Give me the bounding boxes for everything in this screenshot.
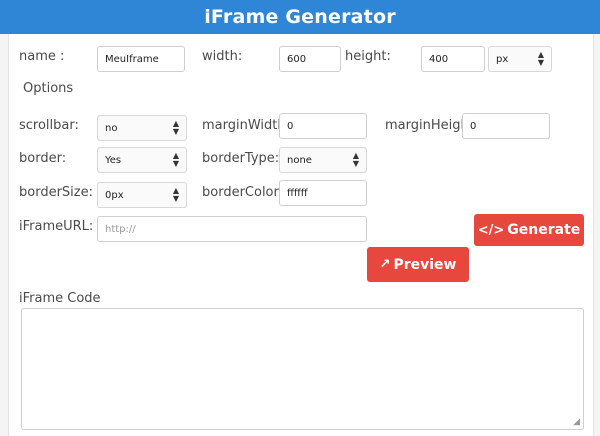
unit-select-value: px bbox=[496, 53, 509, 65]
generate-button[interactable]: </> Generate bbox=[474, 214, 584, 246]
name-input[interactable]: MeuIframe bbox=[97, 46, 185, 72]
margin-height-label: marginHeight bbox=[385, 118, 474, 133]
margin-width-label: marginWidth: bbox=[202, 118, 290, 133]
options-label: Options bbox=[23, 81, 74, 96]
external-link-icon: ↗ bbox=[379, 257, 391, 272]
iframe-url-input[interactable]: http:// bbox=[97, 216, 367, 242]
width-input[interactable]: 600 bbox=[279, 46, 341, 72]
border-select[interactable]: Yes ▲ ▼ bbox=[97, 147, 187, 173]
generator-form: name : MeuIframe width: 600 height: 400 … bbox=[8, 34, 594, 436]
iframe-code-textarea[interactable]: ◢ bbox=[21, 308, 584, 430]
border-size-select-value: 0px bbox=[105, 189, 124, 201]
border-type-label: borderType: bbox=[202, 151, 280, 166]
border-size-label: borderSize: bbox=[19, 185, 93, 200]
scrollbar-select-value: no bbox=[105, 122, 118, 134]
select-arrows-icon: ▲ ▼ bbox=[172, 151, 179, 168]
generate-button-label: Generate bbox=[507, 222, 581, 238]
height-label: height: bbox=[345, 49, 391, 64]
preview-button-label: Preview bbox=[393, 256, 457, 273]
height-input[interactable]: 400 bbox=[421, 46, 485, 72]
border-size-select[interactable]: 0px ▲ ▼ bbox=[97, 182, 187, 208]
border-type-select[interactable]: none ▲ ▼ bbox=[279, 147, 367, 173]
select-arrows-icon: ▲ ▼ bbox=[172, 119, 179, 136]
iframe-url-label: iFrameURL: bbox=[19, 219, 94, 234]
margin-height-input[interactable]: 0 bbox=[462, 113, 550, 139]
code-icon: </> bbox=[477, 222, 505, 238]
border-select-value: Yes bbox=[105, 154, 122, 166]
width-label: width: bbox=[202, 49, 243, 64]
border-color-input[interactable]: ffffff bbox=[279, 180, 367, 206]
border-type-select-value: none bbox=[287, 154, 312, 166]
name-label: name : bbox=[19, 49, 65, 64]
unit-select[interactable]: px ▲ ▼ bbox=[488, 46, 552, 72]
iframe-code-label: iFrame Code bbox=[19, 291, 101, 306]
page-title: iFrame Generator bbox=[204, 6, 396, 28]
border-color-label: borderColor: bbox=[202, 185, 284, 200]
border-label: border: bbox=[19, 151, 67, 166]
select-arrows-icon: ▲ ▼ bbox=[352, 151, 359, 168]
select-arrows-icon: ▲ ▼ bbox=[172, 186, 179, 203]
scrollbar-label: scrollbar: bbox=[19, 118, 79, 133]
preview-button[interactable]: ↗ Preview bbox=[367, 247, 469, 282]
margin-width-input[interactable]: 0 bbox=[279, 113, 367, 139]
app-header: iFrame Generator bbox=[0, 0, 600, 34]
scrollbar-select[interactable]: no ▲ ▼ bbox=[97, 115, 187, 141]
resize-handle-icon[interactable]: ◢ bbox=[573, 417, 580, 427]
select-arrows-icon: ▲ ▼ bbox=[537, 50, 544, 67]
